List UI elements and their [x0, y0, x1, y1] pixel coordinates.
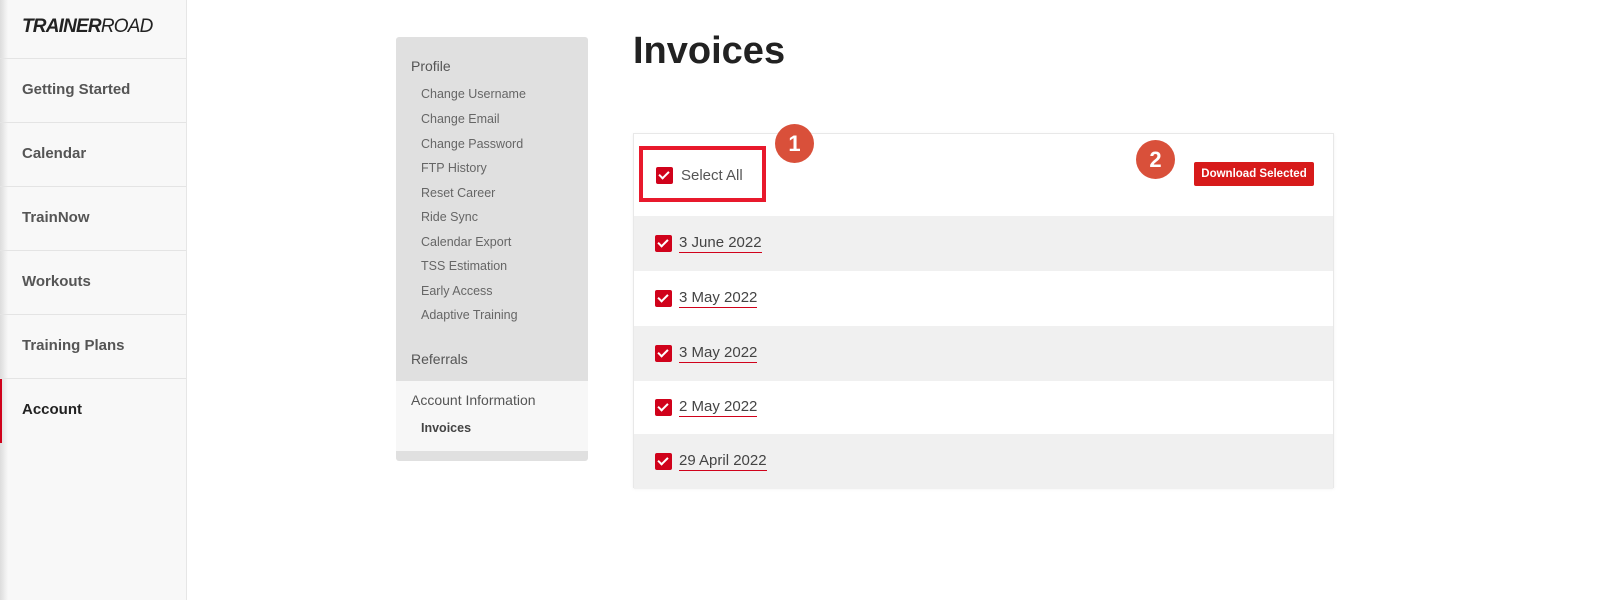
sidebar-link-change-username[interactable]: Change Username — [421, 87, 526, 101]
trainerroad-logo[interactable]: TRAINERROAD — [22, 16, 153, 38]
account-sidebar: Profile Change Username Change Email Cha… — [396, 37, 588, 461]
invoice-row: 3 June 2022 — [634, 216, 1333, 271]
sidebar-link-ride-sync[interactable]: Ride Sync — [421, 210, 478, 224]
sidebar-link-tss-estimation[interactable]: TSS Estimation — [421, 259, 507, 273]
sidebar-link-ftp-history[interactable]: FTP History — [421, 161, 487, 175]
sidebar-link-early-access[interactable]: Early Access — [421, 284, 493, 298]
page-title: Invoices — [633, 30, 786, 72]
main-nav: TRAINERROAD Getting Started Calendar Tra… — [0, 0, 187, 600]
step-badge-1: 1 — [775, 124, 814, 163]
invoice-date-link[interactable]: 3 May 2022 — [679, 344, 758, 363]
nav-item-label: Getting Started — [22, 81, 131, 98]
sidebar-link-invoices[interactable]: Invoices — [421, 421, 471, 435]
sidebar-account-info-panel: Account Information Invoices — [396, 381, 588, 451]
sidebar-section-referrals[interactable]: Referrals — [411, 351, 468, 367]
step-badge-2: 2 — [1136, 140, 1175, 179]
select-all-label[interactable]: Select All — [681, 167, 743, 184]
nav-item-label: Account — [22, 401, 82, 418]
nav-item-trainnow[interactable]: TrainNow — [0, 186, 186, 250]
sidebar-section-account-information[interactable]: Account Information — [411, 392, 536, 408]
nav-item-label: Workouts — [22, 273, 91, 290]
sidebar-link-change-email[interactable]: Change Email — [421, 112, 500, 126]
nav-item-account[interactable]: Account — [0, 378, 186, 443]
nav-item-training-plans[interactable]: Training Plans — [0, 314, 186, 378]
invoice-date-link[interactable]: 29 April 2022 — [679, 452, 767, 471]
nav-item-label: TrainNow — [22, 209, 90, 226]
invoice-row: 3 May 2022 — [634, 271, 1333, 326]
invoices-card-header: Select All Download Selected — [634, 134, 1333, 216]
invoice-row: 29 April 2022 — [634, 434, 1333, 489]
nav-item-label: Training Plans — [22, 337, 125, 354]
invoice-checkbox[interactable] — [655, 345, 672, 362]
nav-item-workouts[interactable]: Workouts — [0, 250, 186, 314]
invoice-checkbox[interactable] — [655, 235, 672, 252]
invoice-checkbox[interactable] — [655, 453, 672, 470]
nav-item-label: Calendar — [22, 145, 87, 162]
select-all-checkbox[interactable] — [656, 167, 673, 184]
invoices-card: Select All Download Selected 3 June 2022… — [633, 133, 1334, 489]
invoice-row: 2 May 2022 — [634, 380, 1333, 435]
select-all-highlight: Select All — [639, 146, 766, 202]
invoice-date-link[interactable]: 3 June 2022 — [679, 234, 762, 253]
invoice-checkbox[interactable] — [655, 399, 672, 416]
sidebar-section-profile[interactable]: Profile — [411, 58, 451, 74]
invoice-row: 3 May 2022 — [634, 326, 1333, 381]
sidebar-link-change-password[interactable]: Change Password — [421, 137, 523, 151]
sidebar-link-calendar-export[interactable]: Calendar Export — [421, 235, 511, 249]
invoice-date-link[interactable]: 2 May 2022 — [679, 398, 758, 417]
sidebar-link-adaptive-training[interactable]: Adaptive Training — [421, 308, 518, 322]
nav-item-calendar[interactable]: Calendar — [0, 122, 186, 186]
invoice-date-link[interactable]: 3 May 2022 — [679, 289, 758, 308]
invoice-checkbox[interactable] — [655, 290, 672, 307]
download-selected-button[interactable]: Download Selected — [1194, 162, 1314, 186]
nav-item-getting-started[interactable]: Getting Started — [0, 58, 186, 122]
sidebar-link-reset-career[interactable]: Reset Career — [421, 186, 495, 200]
